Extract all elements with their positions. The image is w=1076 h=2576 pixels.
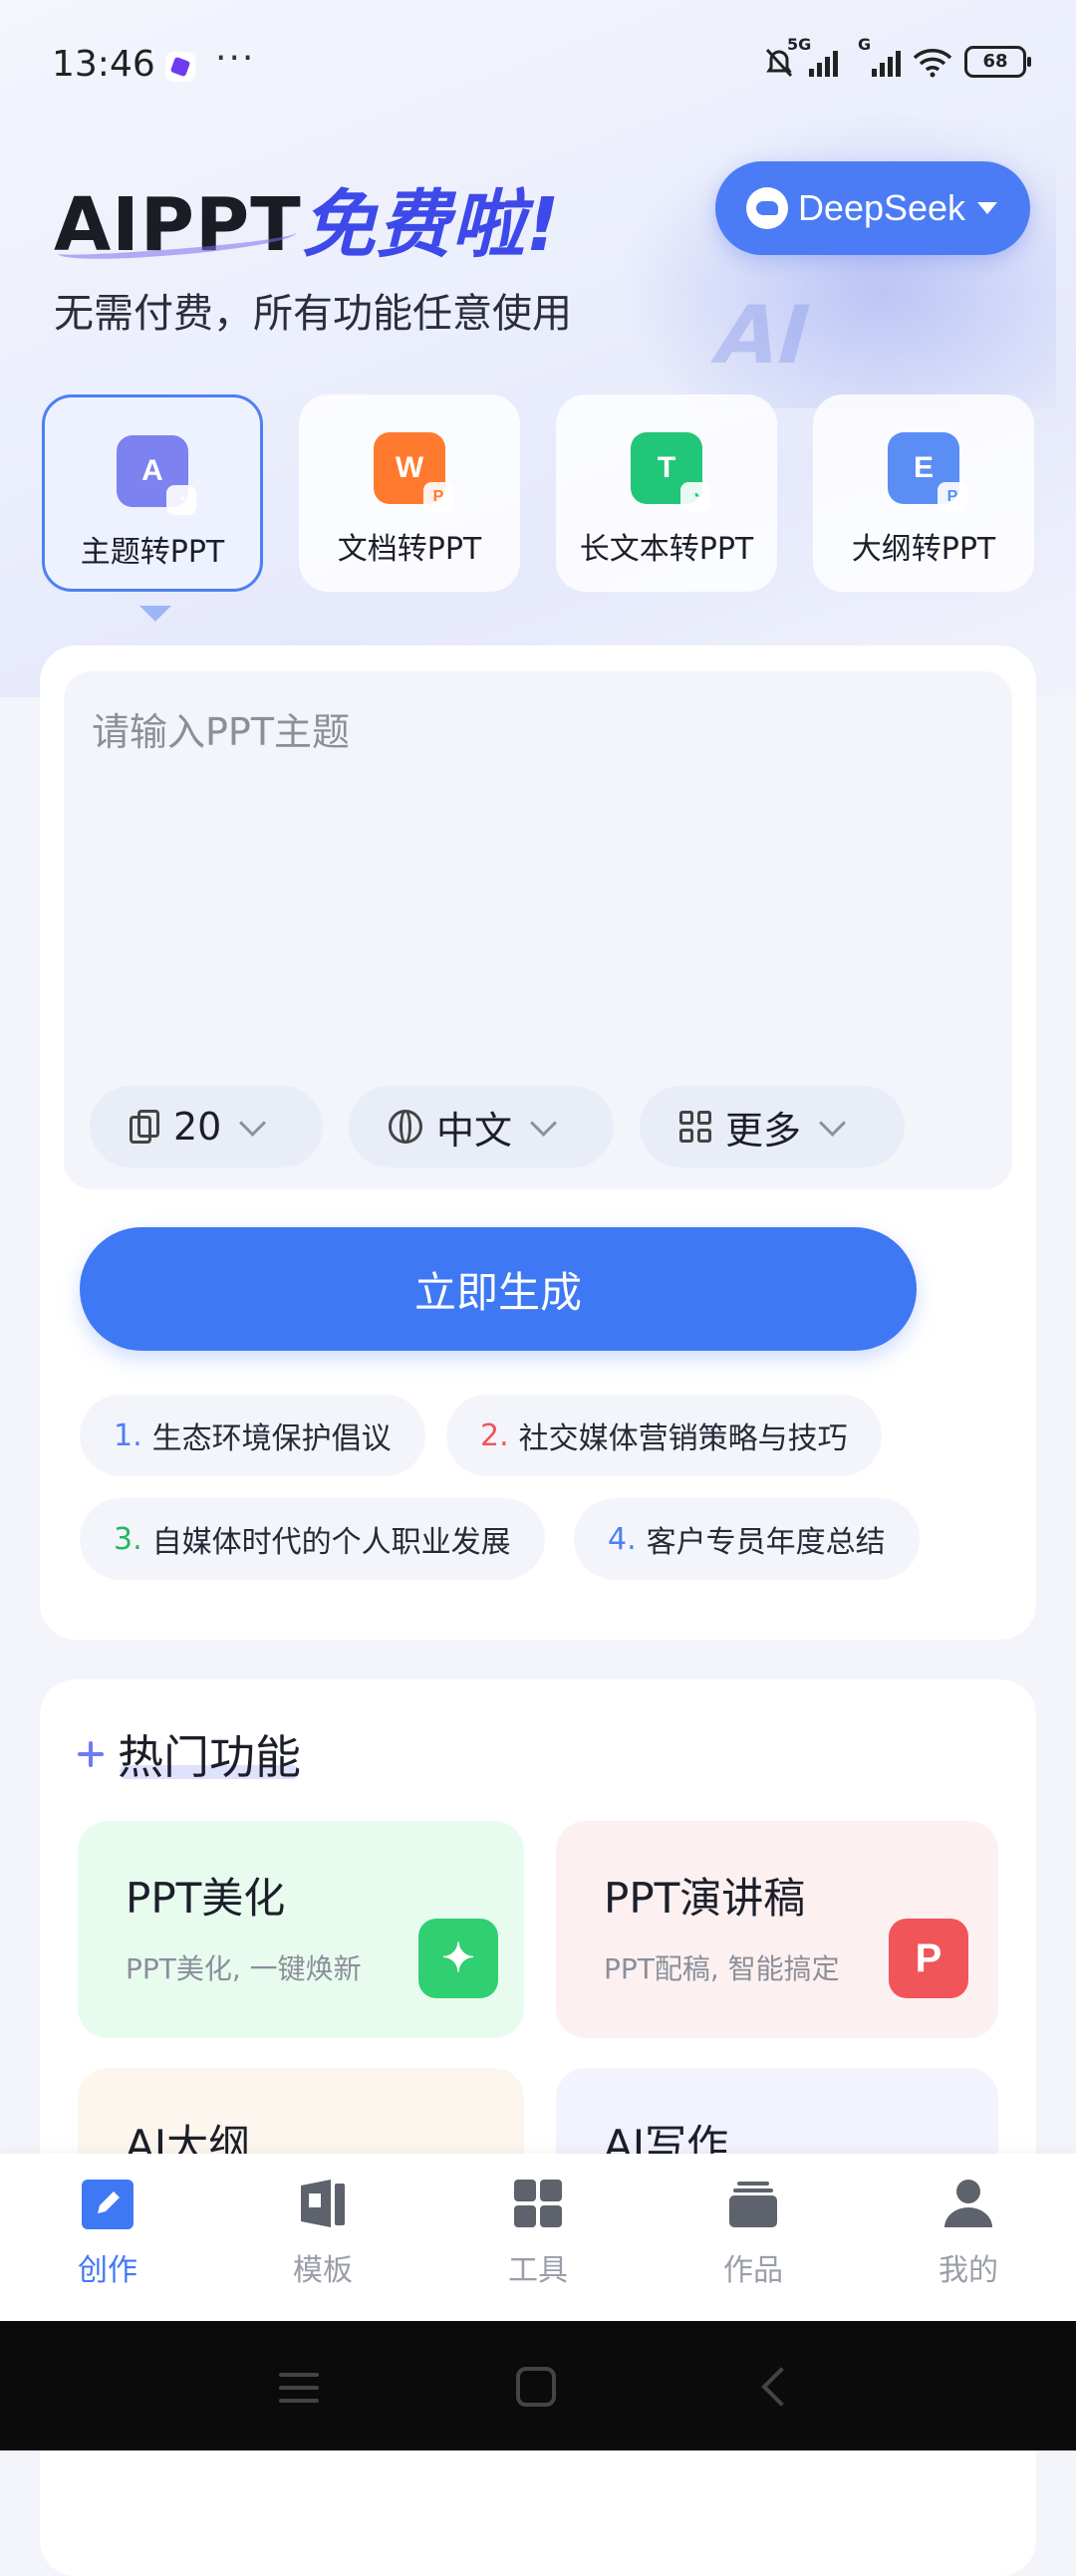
nav-mine[interactable]: 我的 — [909, 2176, 1028, 2289]
more-options-label: 更多 — [725, 1108, 802, 1153]
mode-outline-to-ppt[interactable]: E P 大纲转PPT — [813, 394, 1034, 592]
status-right-icons: 5G G 68 — [761, 35, 1031, 80]
status-time: 13:46 — [52, 44, 155, 85]
chevron-down-icon — [530, 1109, 557, 1137]
back-icon[interactable] — [761, 2367, 801, 2407]
sparkle-icon — [78, 1741, 104, 1767]
model-select-label: DeepSeek — [797, 187, 966, 228]
topic-doc-icon: A ◔ — [117, 435, 196, 515]
hero-subtitle: 无需付费，所有功能任意使用 — [54, 291, 572, 337]
hero-title-free: 免费啦! — [301, 182, 561, 268]
generate-button[interactable]: 立即生成 — [80, 1227, 917, 1351]
mode-topic-to-ppt[interactable]: A ◔ 主题转PPT — [42, 394, 263, 592]
pie-badge-icon: ◔ — [166, 485, 196, 515]
outline-doc-icon: E P — [888, 432, 967, 512]
hot-features-title: 热门功能 — [78, 1721, 301, 1787]
feature-title: PPT美化 — [126, 1874, 286, 1923]
deepseek-whale-icon — [745, 187, 788, 229]
person-icon — [944, 2180, 992, 2227]
suggestion-chip[interactable]: 2. 社交媒体营销策略与技巧 — [446, 1395, 882, 1476]
page-count-value: 20 — [173, 1105, 222, 1149]
mode-tabs: A ◔ 主题转PPT W P 文档转PPT T ◔ 长文本转PPT E P 大纲… — [42, 394, 1038, 592]
grid-icon — [514, 2180, 562, 2227]
nav-tools[interactable]: 工具 — [478, 2176, 598, 2289]
magic-wand-icon: ✦ — [418, 1919, 498, 1998]
hero-illustration — [618, 110, 1056, 408]
chevron-down-icon — [239, 1109, 267, 1137]
signal-5g-icon: 5G — [787, 35, 838, 77]
nav-works[interactable]: 作品 — [693, 2176, 813, 2289]
wifi-icon — [913, 49, 952, 78]
feature-title: PPT演讲稿 — [604, 1874, 806, 1923]
mode-label: 大纲转PPT — [851, 532, 996, 567]
feature-ppt-speech[interactable]: PPT演讲稿 PPT配稿, 智能搞定 P — [556, 1821, 998, 2038]
app-notification-icon — [165, 52, 195, 82]
suggestion-chip[interactable]: 3. 自媒体时代的个人职业发展 — [80, 1498, 545, 1580]
feature-ppt-beautify[interactable]: PPT美化 PPT美化, 一键焕新 ✦ — [78, 1821, 524, 2038]
pencil-icon — [82, 2180, 134, 2229]
nav-create[interactable]: 创作 — [48, 2176, 167, 2289]
template-icon — [301, 2180, 345, 2227]
globe-icon — [389, 1110, 422, 1144]
nav-templates[interactable]: 模板 — [263, 2176, 383, 2289]
signal-icon: G — [858, 35, 901, 77]
more-options-select[interactable]: 更多 — [640, 1086, 905, 1167]
caret-down-icon — [977, 202, 998, 214]
active-mode-indicator — [139, 606, 171, 622]
pie-badge-icon: ◔ — [680, 482, 710, 512]
page-count-select[interactable]: 20 — [90, 1086, 323, 1167]
model-select-button[interactable]: DeepSeek — [715, 161, 1030, 255]
text-doc-icon: T ◔ — [631, 432, 710, 512]
language-value: 中文 — [436, 1108, 513, 1153]
suggestion-chip[interactable]: 4. 客户专员年度总结 — [574, 1498, 920, 1580]
apps-grid-icon — [679, 1111, 711, 1143]
pages-icon — [130, 1110, 159, 1144]
mode-label: 文档转PPT — [337, 532, 482, 567]
battery-icon: 68 — [964, 46, 1031, 78]
status-bar: 13:46 ··· 5G G 68 — [0, 0, 1076, 134]
suggestion-chip[interactable]: 1. 生态环境保护倡议 — [80, 1395, 425, 1476]
mode-longtext-to-ppt[interactable]: T ◔ 长文本转PPT — [556, 394, 777, 592]
topic-input-card: 请输入PPT主题 20 中文 更多 — [40, 645, 1036, 1640]
chevron-down-icon — [819, 1109, 846, 1137]
mode-label: 主题转PPT — [80, 535, 225, 570]
bottom-nav: 创作 模板 工具 作品 我的 — [0, 2154, 1076, 2321]
home-icon[interactable] — [516, 2367, 556, 2407]
p-badge-icon: P — [938, 482, 967, 512]
status-more-icon: ··· — [215, 38, 256, 79]
p-badge-icon: P — [423, 482, 453, 512]
language-select[interactable]: 中文 — [349, 1086, 614, 1167]
stack-icon — [729, 2182, 777, 2227]
system-nav-bar — [0, 2321, 1076, 2450]
mode-label: 长文本转PPT — [579, 532, 754, 567]
menu-icon[interactable] — [279, 2373, 319, 2403]
presentation-board-icon: P — [889, 1919, 968, 1998]
word-doc-icon: W P — [374, 432, 453, 512]
mode-document-to-ppt[interactable]: W P 文档转PPT — [299, 394, 520, 592]
